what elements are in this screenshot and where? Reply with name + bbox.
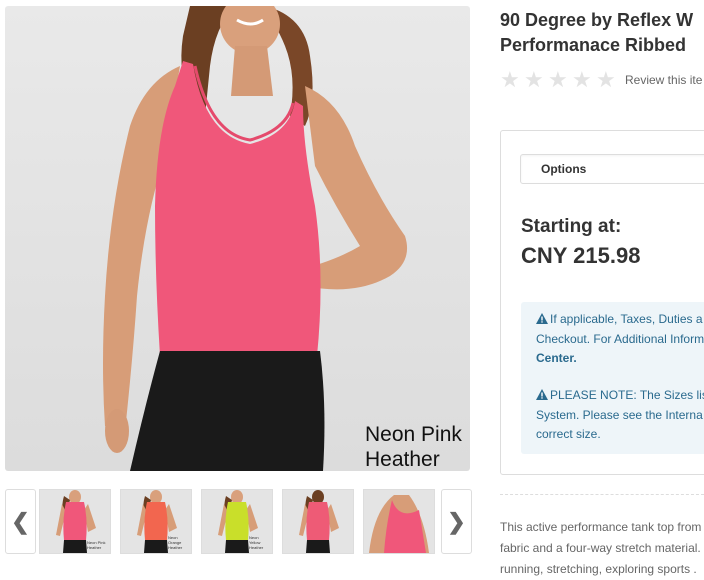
thumbnail-label: Neon Yellow Heather — [249, 535, 264, 550]
main-product-image[interactable]: Neon Pink Heather — [5, 6, 470, 471]
help-center-link[interactable]: Center. — [536, 351, 577, 365]
price: CNY 215.98 — [521, 243, 641, 268]
thumbnail-image — [283, 490, 353, 553]
color-caption: Neon Pink Heather — [365, 422, 470, 471]
notice-line4: PLEASE NOTE: The Sizes lis — [550, 388, 704, 402]
chevron-left-icon: ❮ — [11, 508, 30, 534]
star-icon: ★ — [548, 67, 568, 92]
thumbnail-strip: ❮ Neon Pink Heather Neon Orange Heather Ne… — [5, 489, 472, 554]
product-title-line2: Performanace Ribbed — [500, 35, 687, 55]
warning-icon — [536, 389, 548, 400]
description-line3: running, stretching, exploring sports . — [500, 562, 697, 576]
review-link[interactable]: Review this ite — [625, 73, 702, 87]
notice-box: If applicable, Taxes, Duties a Checkout.… — [521, 302, 704, 454]
thumbnail[interactable] — [363, 489, 435, 554]
description-line1: This active performance tank top from — [500, 520, 702, 534]
thumbnail[interactable] — [282, 489, 354, 554]
thumbnail[interactable]: Neon Yellow Heather — [201, 489, 273, 554]
starting-at-label: Starting at: — [521, 216, 622, 237]
notice-line5: System. Please see the Interna — [536, 407, 703, 422]
thumbnail[interactable]: Neon Pink Heather — [39, 489, 111, 554]
product-description: This active performance tank top from fa… — [500, 517, 704, 580]
notice-line6: correct size. — [536, 427, 601, 441]
star-icon: ★ — [524, 67, 544, 92]
thumbnail-label: Neon Pink Heather — [87, 540, 106, 550]
next-thumbnail-button[interactable]: ❯ — [441, 489, 472, 554]
divider — [500, 494, 704, 495]
description-line2: fabric and a four-way stretch material. — [500, 541, 701, 555]
notice-sizes: PLEASE NOTE: The Sizes lis System. Pleas… — [536, 386, 704, 445]
rating-stars[interactable]: ★ ★ ★ ★ ★ — [500, 69, 620, 91]
color-caption-line1: Neon Pink — [365, 423, 462, 446]
star-icon: ★ — [500, 67, 520, 92]
chevron-right-icon: ❯ — [447, 508, 466, 534]
warning-icon — [536, 313, 548, 324]
notice-line1: If applicable, Taxes, Duties a — [550, 312, 703, 326]
notice-taxes: If applicable, Taxes, Duties a Checkout.… — [536, 310, 704, 369]
star-icon: ★ — [596, 67, 616, 92]
color-caption-line2: Heather — [365, 448, 440, 471]
options-dropdown[interactable]: Options — [520, 154, 704, 184]
model-illustration — [103, 6, 408, 471]
product-title-line1: 90 Degree by Reflex W — [500, 10, 694, 30]
thumbnail-image — [364, 490, 434, 553]
previous-thumbnail-button[interactable]: ❮ — [5, 489, 36, 554]
thumbnail[interactable]: Neon Orange Heather — [120, 489, 192, 554]
star-icon: ★ — [572, 67, 592, 92]
product-title: 90 Degree by Reflex W Performanace Ribbe… — [500, 8, 704, 58]
thumbnail-label: Neon Orange Heather — [168, 535, 183, 550]
notice-line2: Checkout. For Additional Inform — [536, 331, 704, 346]
